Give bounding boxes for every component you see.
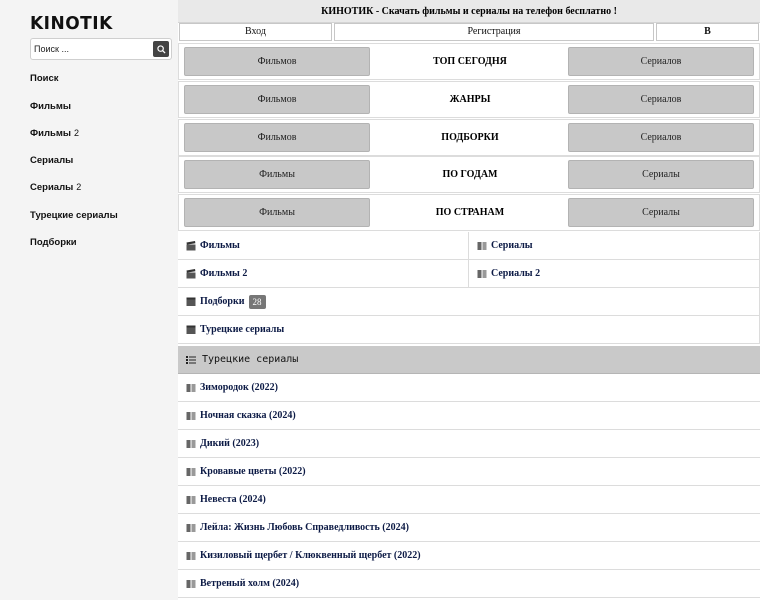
menu-row-title: ПО СТРАНАМ bbox=[435, 207, 505, 218]
sidebar-item-films[interactable]: Фильмы bbox=[30, 101, 71, 112]
search-button[interactable] bbox=[153, 41, 169, 57]
sidebar-item-search[interactable]: Поиск bbox=[30, 73, 59, 84]
list-item[interactable]: Кизиловый щербет / Клюквенный щербет (20… bbox=[178, 542, 760, 570]
list-item[interactable]: Лейла: Жизнь Любовь Справедливость (2024… bbox=[178, 514, 760, 542]
sidebar-item-serials[interactable]: Сериалы bbox=[30, 155, 73, 166]
book-icon bbox=[186, 439, 196, 448]
search-input[interactable] bbox=[34, 41, 149, 57]
list-item[interactable]: Кровавые цветы (2022) bbox=[178, 458, 760, 486]
book-icon bbox=[477, 241, 487, 250]
menu-row-countries: Фильмы ПО СТРАНАМ Сериалы bbox=[178, 194, 760, 231]
login-button[interactable]: Вход bbox=[179, 23, 332, 41]
register-button[interactable]: Регистрация bbox=[334, 23, 654, 41]
category-films-2[interactable]: Фильмы 2 bbox=[178, 260, 469, 288]
book-icon bbox=[186, 579, 196, 588]
menu-row-years: Фильмы ПО ГОДАМ Сериалы bbox=[178, 156, 760, 193]
film-icon bbox=[186, 297, 196, 306]
clapperboard-icon bbox=[186, 240, 196, 250]
book-icon bbox=[186, 411, 196, 420]
book-icon bbox=[186, 495, 196, 504]
vk-button[interactable]: В bbox=[656, 23, 759, 41]
countries-serials-button[interactable]: Сериалы bbox=[568, 198, 754, 227]
list-icon bbox=[186, 355, 196, 364]
book-icon bbox=[186, 551, 196, 560]
list-item[interactable]: Зимородок (2022) bbox=[178, 374, 760, 402]
book-icon bbox=[186, 523, 196, 532]
book-icon bbox=[186, 467, 196, 476]
menu-row-collections: Фильмов ПОДБОРКИ Сериалов bbox=[178, 119, 760, 156]
category-films[interactable]: Фильмы bbox=[178, 232, 469, 260]
collections-films-button[interactable]: Фильмов bbox=[184, 123, 370, 152]
menu-row-title: ТОП СЕГОДНЯ bbox=[433, 56, 507, 67]
years-serials-button[interactable]: Сериалы bbox=[568, 160, 754, 189]
menu-row-title: ЖАНРЫ bbox=[449, 94, 491, 105]
search-box bbox=[30, 38, 172, 60]
main-content: КИНОТИК - Скачать фильмы и сериалы на те… bbox=[178, 0, 760, 600]
menu-row-title: ПО ГОДАМ bbox=[442, 169, 498, 180]
sidebar-item-serials-2[interactable]: Сериалы 2 bbox=[30, 182, 81, 193]
genres-serials-button[interactable]: Сериалов bbox=[568, 85, 754, 114]
clapperboard-icon bbox=[186, 268, 196, 278]
genres-films-button[interactable]: Фильмов bbox=[184, 85, 370, 114]
sidebar-item-collections[interactable]: Подборки bbox=[30, 237, 77, 248]
site-logo[interactable]: KINOTIK bbox=[30, 14, 113, 35]
countries-films-button[interactable]: Фильмы bbox=[184, 198, 370, 227]
search-icon bbox=[156, 44, 166, 54]
menu-row-title: ПОДБОРКИ bbox=[441, 132, 499, 143]
sidebar-item-turkish[interactable]: Турецкие сериалы bbox=[30, 210, 118, 221]
menu-row-top: Фильмов ТОП СЕГОДНЯ Сериалов bbox=[178, 43, 760, 80]
sidebar-item-films-2[interactable]: Фильмы 2 bbox=[30, 128, 79, 139]
category-turkish[interactable]: Турецкие сериалы bbox=[178, 316, 760, 344]
section-header: Турецкие сериалы bbox=[178, 346, 760, 374]
list-item[interactable]: Ночная сказка (2024) bbox=[178, 402, 760, 430]
list-item[interactable]: Ветреный холм (2024) bbox=[178, 570, 760, 598]
years-films-button[interactable]: Фильмы bbox=[184, 160, 370, 189]
top-films-button[interactable]: Фильмов bbox=[184, 47, 370, 76]
collections-count-badge: 28 bbox=[248, 294, 266, 309]
category-collections[interactable]: Подборки 28 bbox=[178, 288, 760, 316]
sidebar: KINOTIK Поиск Фильмы Фильмы2 Сериалы Сер… bbox=[0, 0, 178, 600]
list-item[interactable]: Невеста (2024) bbox=[178, 486, 760, 514]
book-icon bbox=[186, 383, 196, 392]
menu-row-genres: Фильмов ЖАНРЫ Сериалов bbox=[178, 81, 760, 118]
list-item[interactable]: Дикий (2023) bbox=[178, 430, 760, 458]
book-icon bbox=[477, 269, 487, 278]
category-serials-2[interactable]: Сериалы 2 bbox=[469, 260, 760, 288]
top-serials-button[interactable]: Сериалов bbox=[568, 47, 754, 76]
category-serials[interactable]: Сериалы bbox=[469, 232, 760, 260]
film-icon bbox=[186, 325, 196, 334]
section-title: Турецкие сериалы bbox=[202, 353, 299, 365]
collections-serials-button[interactable]: Сериалов bbox=[568, 123, 754, 152]
page-title: КИНОТИК - Скачать фильмы и сериалы на те… bbox=[178, 0, 760, 23]
